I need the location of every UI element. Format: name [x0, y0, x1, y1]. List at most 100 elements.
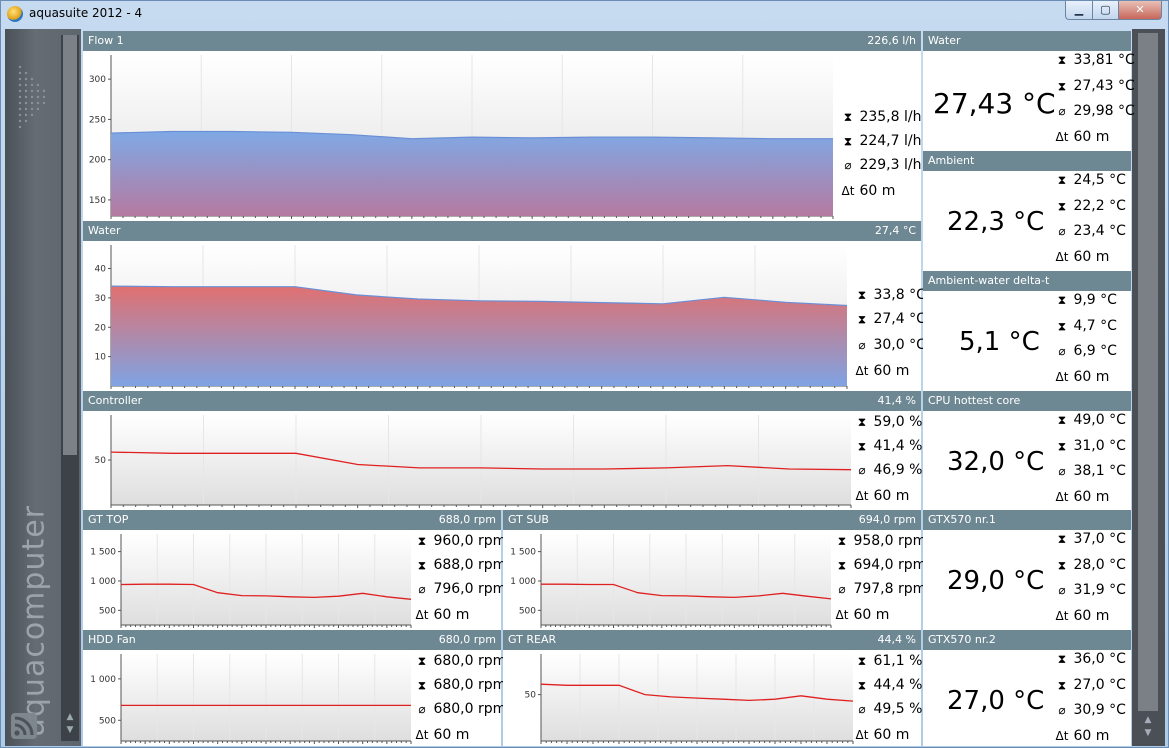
chart-flow1-stat-min: ⧗ 224,7 l/h — [841, 133, 922, 149]
chart-water-plot: 40 30 20 10 — [83, 241, 849, 391]
left-scrollbar[interactable]: ▲ ▼ — [61, 35, 79, 741]
average-icon: ⌀ — [418, 582, 426, 596]
chart-gttop-stat-span: Δt 60 m — [415, 607, 470, 623]
average-icon: ⌀ — [1058, 464, 1066, 478]
chart-gtrear-plot: 50 — [503, 650, 855, 746]
average-icon: ⌀ — [1058, 344, 1066, 358]
g-delta-stat-span: Δt 60 m — [1055, 369, 1110, 385]
chart-controller-current-value: 41,4 % — [877, 394, 916, 407]
gauge-panel-g-gtx1: GTX570 nr.1 29,0 °C ⧗ 37,0 °C ⧗ 28,0 °C ⌀ 31… — [923, 510, 1131, 630]
chart-panel-gtsub: GT SUB 694,0 rpm 1 500 1 000 500 ⧗ 958,0 rpm ⧗… — [503, 510, 926, 630]
average-icon: ⌀ — [418, 702, 426, 716]
gauge-panel-g-ambient: Ambient 22,3 °C ⧗ 24,5 °C ⧗ 22,2 °C ⌀ 23,4 °… — [923, 151, 1131, 271]
chart-gtsub-stat-span-value: 60 m — [849, 607, 890, 623]
left-scrollbar-thumb[interactable] — [63, 35, 77, 455]
timespan-icon: Δt — [1055, 609, 1069, 623]
chart-controller-stat-span: Δt 60 m — [855, 488, 910, 504]
g-gtx2-stat-avg-value: 30,9 °C — [1069, 702, 1126, 718]
chart-gtrear-svg: 50 — [525, 654, 854, 744]
g-gtx1-value: 29,0 °C — [947, 566, 1045, 596]
chart-controller-svg: 50 — [95, 415, 852, 508]
minimize-button[interactable]: ▁ — [1065, 1, 1093, 20]
window-title: aquasuite 2012 - 4 — [29, 6, 143, 20]
g-cpu-title: CPU hottest core — [928, 394, 1021, 407]
chart-hddfan-stat-avg-value: 680,0 rpm — [429, 701, 507, 717]
timespan-icon: Δt — [1055, 250, 1069, 264]
chart-gtrear-stat-avg: ⌀ 49,5 % — [855, 701, 922, 717]
maximize-button[interactable]: ▢ — [1092, 1, 1119, 20]
timespan-icon: Δt — [1055, 490, 1069, 504]
chart-water-stat-span: Δt 60 m — [855, 363, 910, 379]
g-gtx1-header: GTX570 nr.1 — [923, 510, 1131, 530]
g-delta-stat-min-value: 4,7 °C — [1069, 318, 1117, 334]
timespan-icon: Δt — [415, 728, 429, 742]
g-ambient-stat-min: ⧗ 22,2 °C — [1055, 198, 1126, 214]
g-cpu-stat-min-value: 31,0 °C — [1069, 438, 1126, 454]
chart-gtsub-y-tick-label: 1 500 — [510, 548, 536, 558]
g-ambient-stat-min-value: 22,2 °C — [1069, 198, 1126, 214]
chart-controller-stat-avg-value: 46,9 % — [869, 462, 923, 478]
chart-water-stat-max: ⧗ 33,8 °C — [855, 287, 926, 303]
chart-water-stat-max-value: 33,8 °C — [869, 287, 926, 303]
chevron-pattern-icon — [18, 65, 46, 129]
chart-panel-water: Water 27,4 °C 40 30 20 10 ⧗ 33,8 °C ⧗ 27,4 °C ⌀ … — [83, 221, 926, 391]
chart-water-y-tick-label: 10 — [95, 353, 107, 363]
minimum-icon: ⧗ — [837, 559, 847, 573]
average-icon: ⌀ — [858, 338, 866, 352]
g-cpu-stat-max-value: 49,0 °C — [1069, 412, 1126, 428]
chart-controller-y-tick-label: 50 — [95, 456, 107, 466]
g-water-stat-min-value: 27,43 °C — [1069, 78, 1135, 94]
g-delta-stats: ⧗ 9,9 °C ⧗ 4,7 °C ⌀ 6,9 °C Δt 60 m — [1055, 291, 1131, 391]
right-scroll-arrows[interactable]: ▲ ▼ — [1138, 714, 1158, 742]
chart-gttop-stat-min: ⧗ 688,0 rpm — [415, 557, 506, 573]
chart-controller-stat-avg: ⌀ 46,9 % — [855, 462, 922, 478]
minimum-icon: ⧗ — [857, 440, 867, 454]
right-scrollbar-thumb[interactable] — [1138, 33, 1158, 711]
chart-gttop-stat-span-value: 60 m — [429, 607, 470, 623]
chart-water-y-tick-label: 40 — [95, 265, 107, 275]
maximum-icon: ⧗ — [843, 110, 853, 124]
chart-water-stat-avg: ⌀ 30,0 °C — [855, 337, 925, 353]
title-bar[interactable]: aquasuite 2012 - 4 ▁ ▢ ✕ — [1, 1, 1168, 27]
gauge-panel-g-water: Water 27,43 °C ⧗ 33,81 °C ⧗ 27,43 °C ⌀ 29,98… — [923, 31, 1135, 151]
right-scrollbar[interactable]: ▲ ▼ — [1132, 29, 1165, 746]
chart-gttop-y-tick-label: 1 000 — [90, 577, 116, 587]
chart-flow1-current-value: 226,6 l/h — [867, 34, 916, 47]
chart-flow1-stat-max-value: 235,8 l/h — [855, 109, 922, 125]
maximum-icon: ⧗ — [857, 415, 867, 429]
g-cpu-stat-span-value: 60 m — [1069, 489, 1110, 505]
minimum-icon: ⧗ — [1057, 200, 1067, 214]
g-delta-title: Ambient-water delta-t — [928, 274, 1050, 287]
chart-flow1-stat-avg: ⌀ 229,3 l/h — [841, 157, 921, 173]
g-gtx1-stat-min: ⧗ 28,0 °C — [1055, 557, 1126, 573]
g-gtx2-stat-min: ⧗ 27,0 °C — [1055, 677, 1126, 693]
chart-flow1-stat-span: Δt 60 m — [841, 183, 896, 199]
chart-flow1-area — [111, 131, 833, 216]
chart-gtsub-title: GT SUB — [508, 513, 549, 526]
minimum-icon: ⧗ — [1057, 80, 1067, 94]
chart-flow1-plot: 300 250 200 150 — [83, 51, 835, 221]
chart-flow1-title: Flow 1 — [88, 34, 124, 47]
g-gtx2-stat-max: ⧗ 36,0 °C — [1055, 651, 1126, 667]
maximum-icon: ⧗ — [857, 654, 867, 668]
chart-flow1-stat-avg-value: 229,3 l/h — [855, 157, 922, 173]
timespan-icon: Δt — [855, 489, 869, 503]
rss-icon[interactable] — [11, 713, 37, 739]
chart-gtrear-current-value: 44,4 % — [877, 633, 916, 646]
minimum-icon: ⧗ — [417, 679, 427, 693]
g-water-stat-max: ⧗ 33,81 °C — [1055, 52, 1135, 68]
chart-controller-stat-min-value: 41,4 % — [869, 438, 923, 454]
left-scroll-arrows[interactable]: ▲ ▼ — [63, 711, 77, 739]
chart-gtrear-stat-span: Δt 60 m — [855, 727, 910, 743]
chart-water-y-tick-label: 30 — [95, 294, 107, 304]
maximum-icon: ⧗ — [1057, 53, 1067, 67]
chart-gtsub-stat-max-value: 958,0 rpm — [849, 533, 927, 549]
close-button[interactable]: ✕ — [1118, 1, 1162, 20]
g-ambient-stat-max-value: 24,5 °C — [1069, 172, 1126, 188]
g-ambient-stat-span-value: 60 m — [1069, 249, 1110, 265]
chart-gttop-y-tick-label: 1 500 — [90, 548, 116, 558]
chart-flow1-stat-span-value: 60 m — [855, 183, 896, 199]
g-ambient-stat-span: Δt 60 m — [1055, 249, 1110, 265]
g-gtx1-stat-min-value: 28,0 °C — [1069, 557, 1126, 573]
g-gtx1-stat-avg-value: 31,9 °C — [1069, 582, 1126, 598]
